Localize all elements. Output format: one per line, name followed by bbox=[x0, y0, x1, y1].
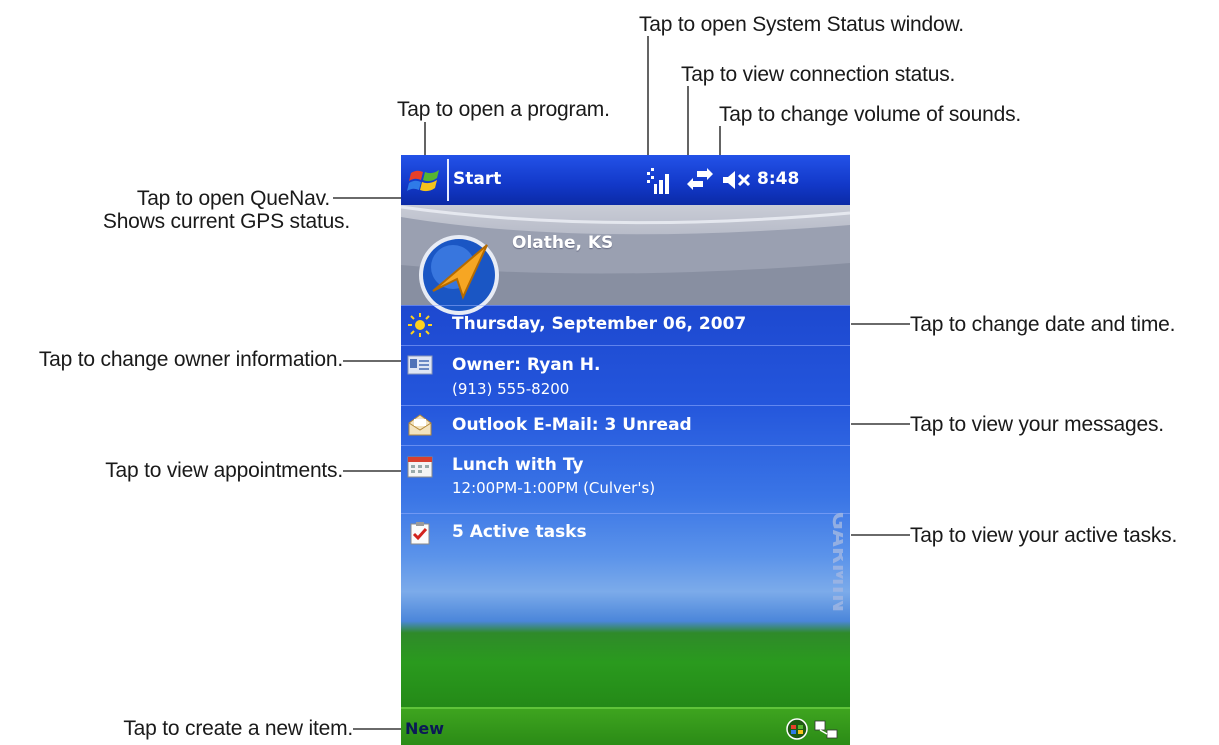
volume-muted-icon[interactable] bbox=[721, 169, 753, 191]
today-appointment-row[interactable]: Lunch with Ty 12:00PM-1:00PM (Culver's) bbox=[401, 445, 850, 511]
date-label: Thursday, September 06, 2007 bbox=[452, 314, 747, 334]
connection-icon[interactable] bbox=[687, 168, 713, 192]
today-date-row[interactable]: Thursday, September 06, 2007 bbox=[401, 305, 850, 345]
taskbar: Start 8:48 bbox=[401, 155, 850, 205]
input-panel-icon bbox=[786, 718, 808, 740]
svg-text:GARMIN: GARMIN bbox=[827, 512, 843, 613]
start-separator bbox=[447, 159, 449, 201]
sync-icon bbox=[814, 720, 838, 739]
garmin-logo: GARMIN bbox=[827, 512, 843, 613]
email-status: Outlook E-Mail: 3 Unread bbox=[452, 415, 692, 435]
owner-phone: (913) 555-8200 bbox=[452, 380, 570, 398]
tasks-clipboard-icon bbox=[410, 522, 430, 545]
today-tasks-row[interactable]: 5 Active tasks bbox=[401, 513, 850, 553]
callout-quenav-line1: Tap to open QueNav. bbox=[136, 187, 330, 210]
callout-quenav-line2: Shows current GPS status. bbox=[102, 210, 350, 233]
callout-open-program: Tap to open a program. bbox=[397, 98, 610, 121]
callout-system-status: Tap to open System Status window. bbox=[639, 13, 964, 36]
windows-flag-icon[interactable] bbox=[405, 165, 445, 197]
gps-location: Olathe, KS bbox=[512, 233, 614, 253]
callout-connection-status: Tap to view connection status. bbox=[681, 63, 956, 86]
new-button[interactable]: New bbox=[405, 719, 444, 738]
start-button[interactable]: Start bbox=[453, 169, 501, 189]
callout-owner: Tap to change owner information. bbox=[38, 348, 343, 371]
appointment-title: Lunch with Ty bbox=[452, 455, 584, 475]
device-screen: Start 8:48 Olathe, KS Thursday, Septembe… bbox=[401, 155, 850, 745]
active-tasks: 5 Active tasks bbox=[452, 522, 587, 542]
callout-date-time: Tap to change date and time. bbox=[910, 313, 1176, 336]
tray-icons bbox=[786, 718, 838, 740]
today-email-row[interactable]: Outlook E-Mail: 3 Unread bbox=[401, 405, 850, 445]
appointment-time: 12:00PM-1:00PM (Culver's) bbox=[452, 479, 656, 497]
callout-new-item: Tap to create a new item. bbox=[123, 717, 353, 740]
owner-card-icon bbox=[407, 355, 433, 375]
calendar-icon bbox=[407, 456, 433, 478]
callout-tasks: Tap to view your active tasks. bbox=[910, 524, 1178, 547]
callout-volume: Tap to change volume of sounds. bbox=[719, 103, 1022, 126]
sun-icon bbox=[408, 313, 432, 337]
signal-icon[interactable] bbox=[645, 166, 673, 196]
email-envelope-icon bbox=[408, 414, 432, 436]
owner-name: Owner: Ryan H. bbox=[452, 355, 601, 375]
callout-appointments: Tap to view appointments. bbox=[105, 459, 343, 482]
callout-messages: Tap to view your messages. bbox=[910, 413, 1164, 436]
menu-bar: New bbox=[401, 707, 850, 745]
clock[interactable]: 8:48 bbox=[757, 169, 799, 189]
today-owner-row[interactable]: Owner: Ryan H. (913) 555-8200 bbox=[401, 345, 850, 405]
